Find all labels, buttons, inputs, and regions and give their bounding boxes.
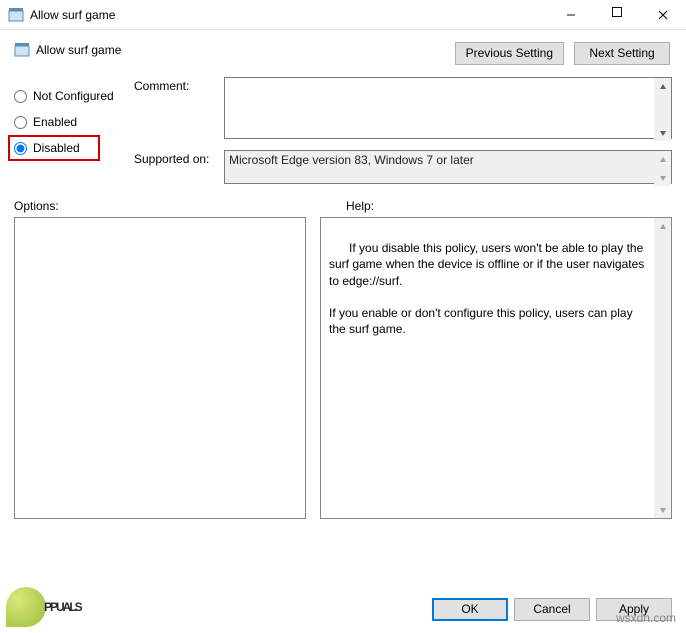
header: Allow surf game Previous Setting Next Se… — [0, 30, 686, 71]
radio-not-configured-label: Not Configured — [33, 89, 114, 103]
window-controls — [548, 0, 686, 30]
watermark-face-icon — [6, 587, 46, 627]
radio-not-configured-input[interactable] — [14, 90, 27, 103]
minimize-button[interactable] — [548, 0, 594, 30]
ok-button[interactable]: OK — [432, 598, 508, 621]
previous-setting-button[interactable]: Previous Setting — [455, 42, 564, 65]
scroll-down-icon — [654, 169, 671, 186]
policy-icon — [14, 42, 30, 58]
supported-on-value — [224, 150, 672, 184]
radio-disabled-label: Disabled — [33, 141, 80, 155]
maximize-button[interactable] — [594, 0, 640, 30]
comment-label: Comment: — [134, 77, 224, 93]
help-text: If you disable this policy, users won't … — [329, 241, 648, 336]
options-pane — [14, 217, 306, 519]
comment-input[interactable] — [224, 77, 672, 139]
help-label: Help: — [346, 199, 374, 213]
scroll-down-icon — [654, 124, 671, 141]
supported-scrollbar[interactable] — [654, 151, 671, 186]
radio-not-configured[interactable]: Not Configured — [14, 83, 134, 109]
help-scrollbar[interactable] — [654, 218, 671, 518]
app-icon — [8, 7, 24, 23]
radio-enabled-label: Enabled — [33, 115, 77, 129]
close-button[interactable] — [640, 0, 686, 30]
scroll-up-icon — [654, 78, 671, 95]
supported-on-label: Supported on: — [134, 150, 224, 166]
cancel-button[interactable]: Cancel — [514, 598, 590, 621]
scroll-down-icon — [654, 501, 671, 518]
watermark-logo-text: PPUALS — [44, 600, 81, 614]
window-title: Allow surf game — [30, 8, 548, 22]
radio-disabled-input[interactable] — [14, 142, 27, 155]
comment-scrollbar[interactable] — [654, 78, 671, 141]
next-setting-button[interactable]: Next Setting — [574, 42, 670, 65]
apply-button[interactable]: Apply — [596, 598, 672, 621]
state-radio-group: Not Configured Enabled Disabled — [14, 77, 134, 161]
page-title: Allow surf game — [36, 43, 121, 57]
scroll-up-icon — [654, 151, 671, 168]
watermark-logo: PPUALS — [6, 587, 81, 627]
radio-enabled-input[interactable] — [14, 116, 27, 129]
titlebar: Allow surf game — [0, 0, 686, 30]
radio-disabled[interactable]: Disabled — [8, 135, 100, 161]
help-pane: If you disable this policy, users won't … — [320, 217, 672, 519]
dialog-footer: OK Cancel Apply — [432, 598, 672, 621]
options-label: Options: — [14, 199, 314, 213]
radio-enabled[interactable]: Enabled — [14, 109, 134, 135]
scroll-up-icon — [654, 218, 671, 235]
maximize-icon — [612, 7, 622, 17]
